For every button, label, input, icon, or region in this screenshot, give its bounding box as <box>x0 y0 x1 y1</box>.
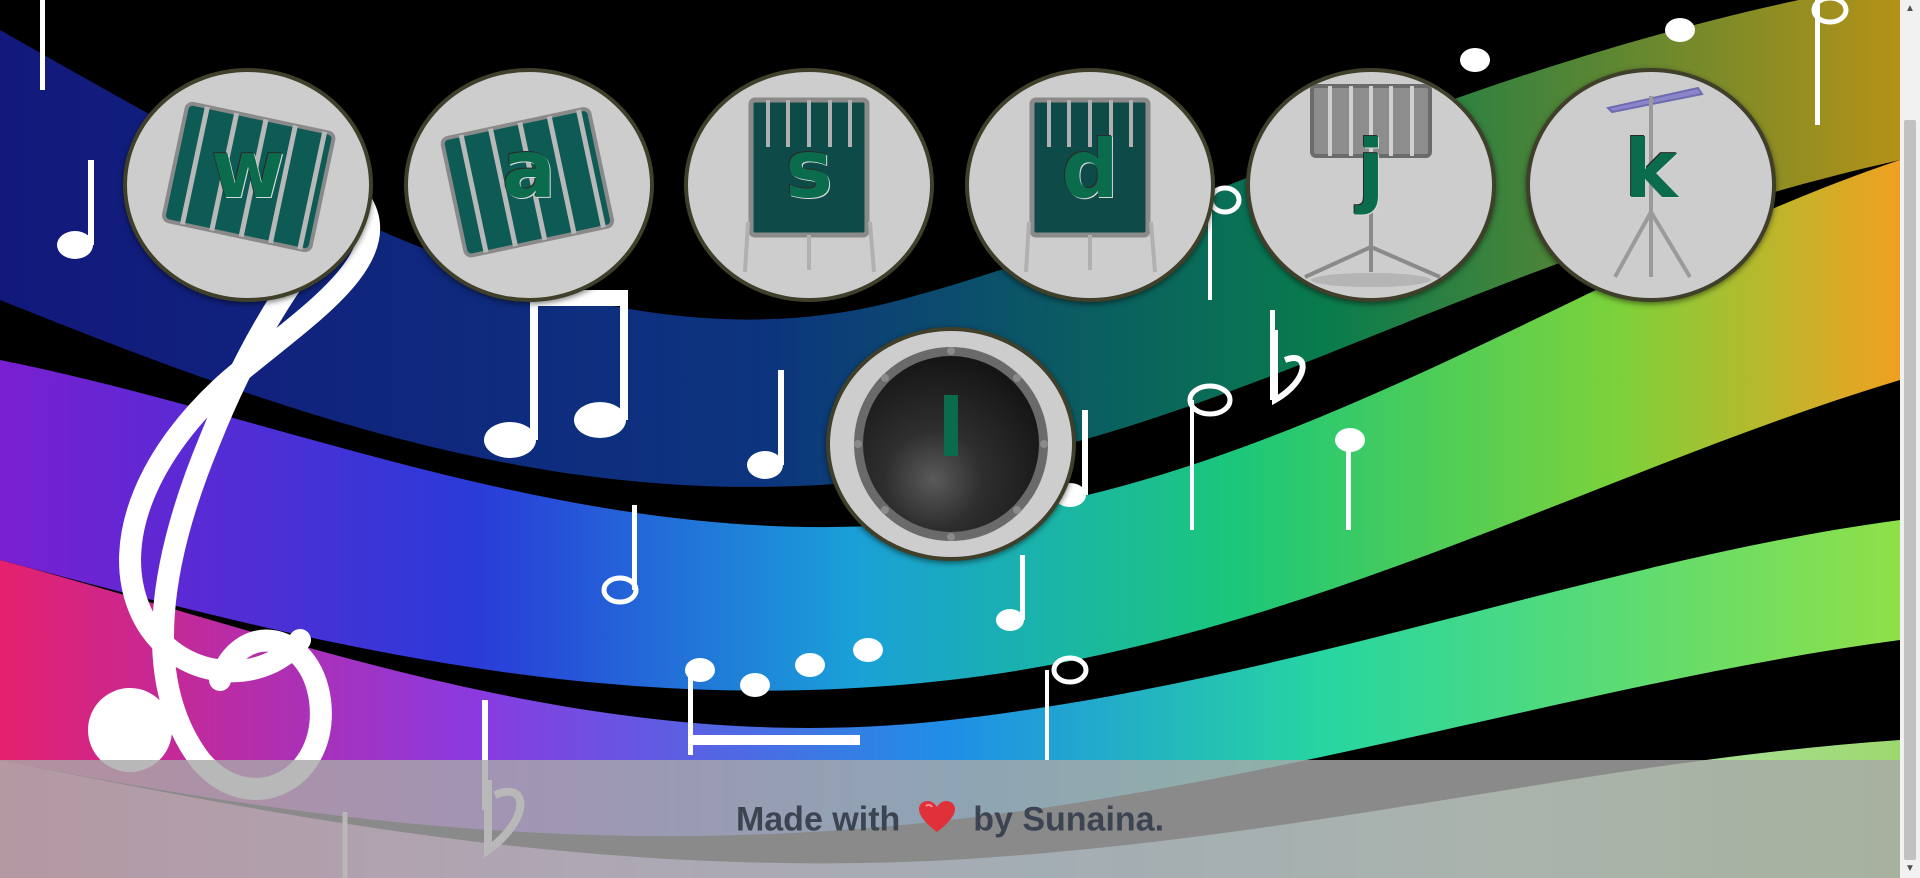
footer-prefix: Made with <box>735 800 901 839</box>
drum-key-w: w <box>211 123 285 216</box>
footer: Made with by Sunaina. <box>0 760 1900 878</box>
drum-key-j: j <box>1357 123 1385 216</box>
drum-pad-s[interactable]: s <box>684 68 934 302</box>
drum-key-k: k <box>1624 123 1678 216</box>
drum-pad-l[interactable]: l <box>826 327 1076 561</box>
drum-pad-j[interactable]: j <box>1246 68 1496 302</box>
heart-icon <box>918 800 956 843</box>
drum-pad-d[interactable]: d <box>965 68 1215 302</box>
drum-key-a: a <box>502 123 556 216</box>
scroll-down-arrow-icon[interactable]: ▼ <box>1900 860 1920 878</box>
footer-suffix: by Sunaina. <box>973 800 1165 839</box>
drum-pad-w[interactable]: w <box>123 68 373 302</box>
drum-key-s: s <box>785 123 833 216</box>
drum-pad-a[interactable]: a <box>404 68 654 302</box>
vertical-scrollbar[interactable]: ▲ ▼ <box>1900 0 1920 878</box>
drum-key-d: d <box>1061 123 1119 216</box>
drum-pad-k[interactable]: k <box>1526 68 1776 302</box>
drum-key-l: l <box>937 382 965 475</box>
scroll-up-arrow-icon[interactable]: ▲ <box>1900 0 1920 18</box>
footer-credit: Made with by Sunaina. <box>0 800 1900 843</box>
scrollbar-thumb[interactable] <box>1904 120 1916 860</box>
